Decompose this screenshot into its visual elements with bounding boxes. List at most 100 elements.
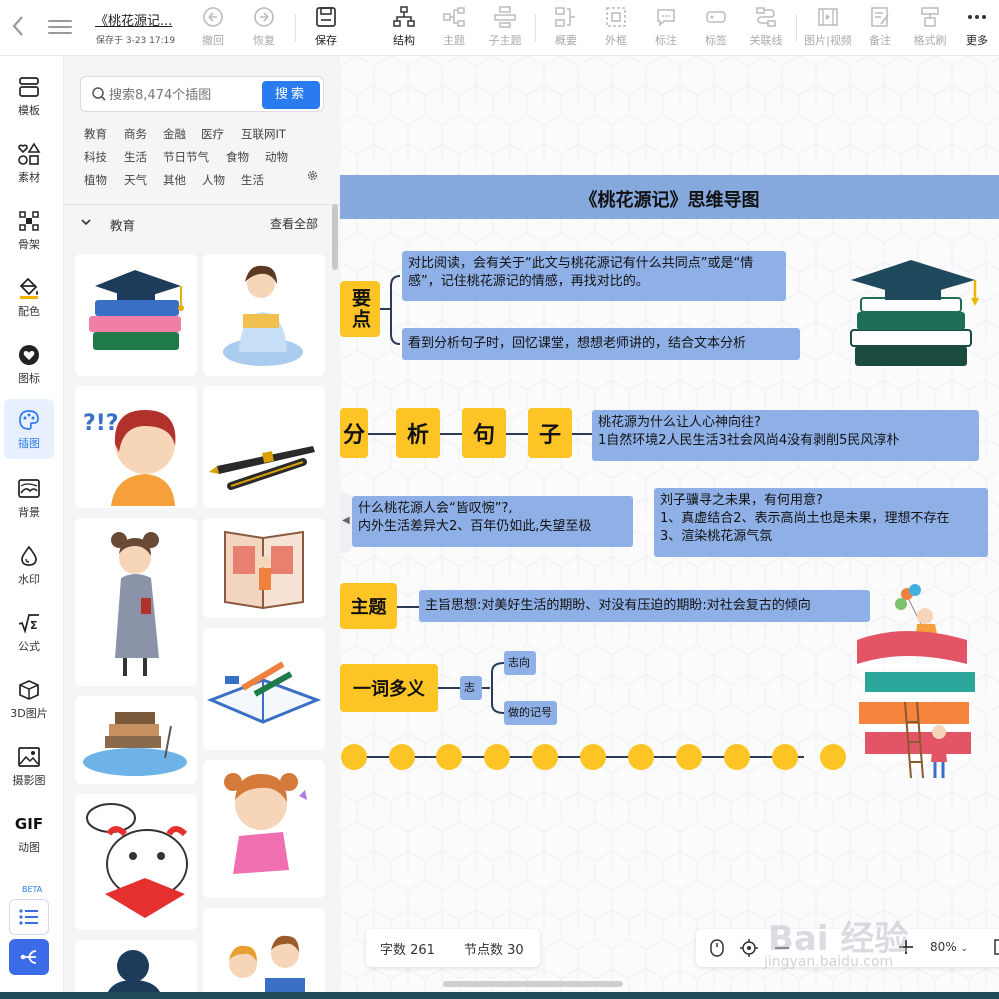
tag-internet-it[interactable]: 互联网IT: [241, 126, 286, 142]
key-point-node[interactable]: 看到分析句子时，回忆课堂，想想老师讲的，结合文本分析: [402, 328, 800, 360]
tag-button[interactable]: 标签: [691, 4, 741, 50]
tag-other[interactable]: 其他: [163, 172, 186, 188]
structure-button[interactable]: 结构: [379, 4, 429, 50]
rail-watermark[interactable]: 水印: [4, 535, 54, 595]
analysis-char-node[interactable]: 子: [528, 408, 572, 458]
mindmap-view-button[interactable]: [9, 939, 49, 975]
rail-formula[interactable]: Σ 公式: [4, 602, 54, 662]
illustration-card[interactable]: [203, 518, 325, 618]
rail-skeleton[interactable]: 骨架: [4, 200, 54, 260]
summary-button[interactable]: 概要: [541, 4, 591, 50]
illustration-card[interactable]: [203, 386, 325, 508]
image-video-button[interactable]: 图片|视频: [803, 4, 853, 50]
rail-template[interactable]: 模板: [4, 66, 54, 126]
timeline-dot[interactable]: [628, 744, 654, 770]
illustration-card[interactable]: [203, 254, 325, 376]
tag-animal[interactable]: 动物: [265, 149, 288, 165]
search-input[interactable]: [109, 85, 259, 105]
timeline-dot[interactable]: [820, 744, 846, 770]
question-node[interactable]: 什么桃花源人会“皆叹惋”?, 内外生活差异大2、百年仍如此,失望至极: [352, 496, 633, 547]
tag-weather[interactable]: 天气: [124, 172, 147, 188]
collapse-toggle[interactable]: ◀: [340, 493, 352, 553]
frame-button[interactable]: 外框: [591, 4, 641, 50]
rail-illustration[interactable]: 插图: [4, 399, 54, 459]
tag-plant[interactable]: 植物: [84, 172, 107, 188]
illustration-card[interactable]: [203, 908, 325, 992]
rail-photo[interactable]: 摄影图: [4, 736, 54, 796]
question-node[interactable]: 刘子骥寻之未果，有何用意? 1、真虚结合2、表示高尚土也是未果，理想不存在 3、…: [654, 488, 988, 557]
timeline-dot[interactable]: [436, 744, 462, 770]
document-title[interactable]: 《桃花源记...: [95, 10, 172, 29]
more-button[interactable]: 更多: [955, 4, 999, 50]
outline-view-button[interactable]: [9, 899, 49, 935]
tag-education[interactable]: 教育: [84, 126, 107, 142]
meaning-node[interactable]: 做的记号: [504, 701, 557, 725]
key-points-node[interactable]: 要点: [340, 281, 380, 337]
redo-button[interactable]: 恢复: [239, 4, 289, 50]
fullscreen-icon[interactable]: [994, 939, 999, 955]
question-node[interactable]: 桃花源为什么让人心神向往? 1自然环境2人民生活3社会风尚4没有剥削5民风淳朴: [592, 410, 979, 461]
illustration-card[interactable]: [203, 628, 325, 750]
timeline-dot[interactable]: [341, 744, 367, 770]
link-button[interactable]: 关联线: [741, 4, 791, 50]
timeline-dot[interactable]: [772, 744, 798, 770]
timeline-dot[interactable]: [484, 744, 510, 770]
reading-girl-books-illustration[interactable]: [845, 582, 995, 782]
tag-tech[interactable]: 科技: [84, 149, 107, 165]
map-title[interactable]: 《桃花源记》思维导图: [340, 186, 999, 212]
tag-medical[interactable]: 医疗: [201, 126, 224, 142]
tag-people[interactable]: 人物: [202, 172, 225, 188]
view-all-link[interactable]: 查看全部: [270, 215, 318, 232]
timeline-dot[interactable]: [724, 744, 750, 770]
illustration-card[interactable]: [75, 518, 197, 686]
graduation-books-illustration[interactable]: [845, 256, 985, 372]
subtopic-button[interactable]: 子主题: [480, 4, 530, 50]
analysis-char-node[interactable]: 析: [396, 408, 440, 458]
topic-button[interactable]: 主题: [429, 4, 479, 50]
rail-gif[interactable]: GIF 动图: [4, 803, 54, 863]
format-brush-button[interactable]: 格式刷: [905, 4, 955, 50]
theme-node[interactable]: 主题: [340, 583, 397, 629]
tag-finance[interactable]: 金融: [163, 126, 186, 142]
timeline-dot[interactable]: [389, 744, 415, 770]
tag-festival[interactable]: 节日节气: [163, 149, 209, 165]
rail-color[interactable]: 配色: [4, 267, 54, 327]
theme-text-node[interactable]: 主旨思想:对美好生活的期盼、对没有压迫的期盼:对社会复古的倾向: [419, 590, 870, 622]
illustration-card[interactable]: ?!?: [75, 386, 197, 508]
note-button[interactable]: 标注: [641, 4, 691, 50]
polysemy-node[interactable]: 一词多义: [340, 664, 438, 712]
panel-scrollbar[interactable]: [332, 204, 338, 270]
mindmap-canvas[interactable]: 《桃花源记》思维导图 要点 对比阅读，会有关于“此文与桃花源记有什么共同点”或是…: [340, 56, 999, 992]
analysis-char-node[interactable]: 分: [340, 408, 368, 458]
menu-icon[interactable]: [48, 16, 72, 38]
timeline-dot[interactable]: [676, 744, 702, 770]
tag-business[interactable]: 商务: [124, 126, 147, 142]
horizontal-scrollbar[interactable]: [443, 981, 623, 987]
mouse-icon[interactable]: [710, 939, 724, 957]
rail-background[interactable]: 背景: [4, 468, 54, 528]
rail-icon[interactable]: 图标: [4, 334, 54, 394]
search-button[interactable]: 搜索: [262, 81, 320, 109]
rail-3d-image[interactable]: 3D图片: [4, 669, 54, 729]
timeline-dot[interactable]: [580, 744, 606, 770]
key-point-node[interactable]: 对比阅读，会有关于“此文与桃花源记有什么共同点”或是“情感”，记住桃花源记的情感…: [402, 251, 786, 301]
chevron-down-icon[interactable]: [80, 216, 92, 228]
rail-material[interactable]: 素材: [4, 133, 54, 193]
remark-button[interactable]: 备注: [855, 4, 905, 50]
illustration-card[interactable]: [75, 940, 197, 992]
word-node[interactable]: 志: [460, 676, 482, 700]
timeline-dot[interactable]: [532, 744, 558, 770]
zoom-level-select[interactable]: 80% ⌄: [930, 940, 968, 954]
tag-life[interactable]: 生活: [124, 149, 147, 165]
meaning-node[interactable]: 志向: [504, 651, 536, 675]
illustration-card[interactable]: [75, 696, 197, 784]
save-button[interactable]: 保存: [301, 4, 351, 50]
back-button[interactable]: [10, 14, 32, 40]
analysis-char-node[interactable]: 句: [462, 408, 506, 458]
locate-icon[interactable]: [740, 939, 758, 957]
illustration-card[interactable]: [75, 254, 197, 376]
illustration-card[interactable]: [75, 794, 197, 930]
undo-button[interactable]: 撤回: [188, 4, 238, 50]
tag-life-2[interactable]: 生活: [241, 172, 264, 188]
gear-icon[interactable]: [306, 169, 319, 182]
